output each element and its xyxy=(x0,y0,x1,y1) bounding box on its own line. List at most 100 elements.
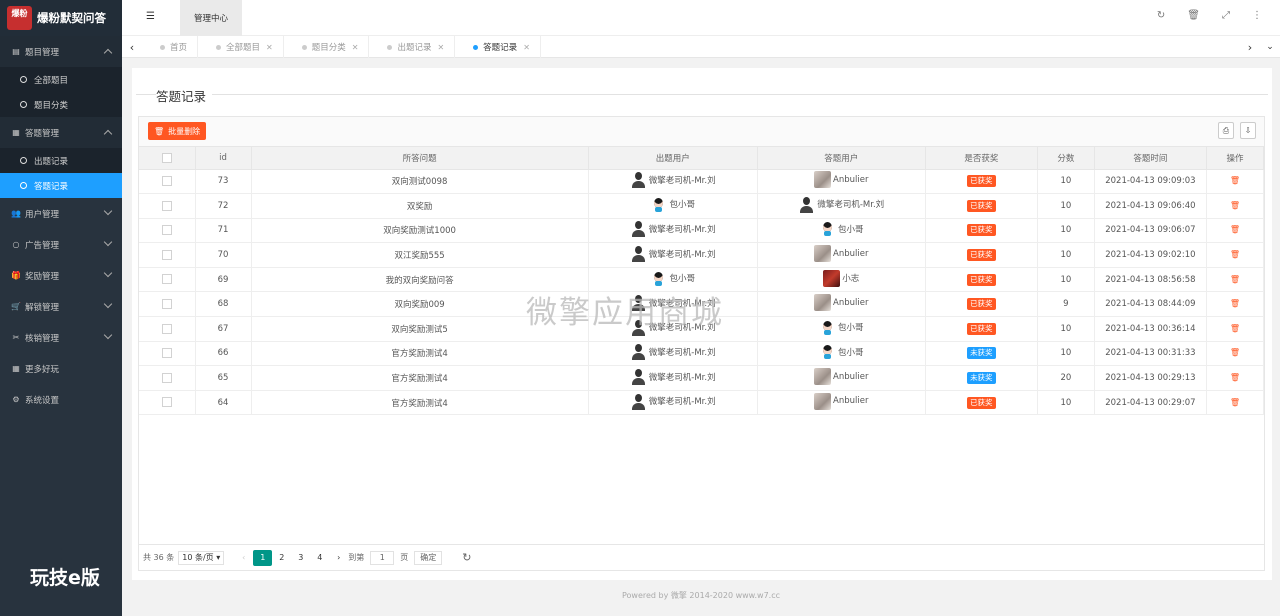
refresh-table-icon[interactable]: ↻ xyxy=(462,551,471,564)
goto-page-input[interactable]: 1 xyxy=(370,550,395,565)
sidebar-group-6[interactable]: ✂ 核销管理 xyxy=(0,322,122,353)
sidebar-group-0[interactable]: ▤ 题目管理 xyxy=(0,36,122,67)
sidebar-item-1-0[interactable]: 出题记录 xyxy=(0,148,122,173)
status-badge: 已获奖 xyxy=(967,273,996,286)
user-name: 微擎老司机-Mr.刘 xyxy=(648,397,716,408)
trash-icon: 🗑 xyxy=(154,126,165,136)
close-icon[interactable]: ✕ xyxy=(266,43,273,52)
select-all-checkbox[interactable] xyxy=(161,152,172,163)
goto-confirm-button[interactable]: 确定 xyxy=(414,550,443,565)
col-score[interactable]: 分数 xyxy=(1037,147,1095,170)
row-checkbox[interactable] xyxy=(161,299,172,310)
tab-4[interactable]: 答题记录 ✕ xyxy=(455,36,541,58)
status-badge: 已获奖 xyxy=(967,199,996,212)
next-page-icon[interactable]: › xyxy=(329,550,348,566)
cell-actions: 🗑 xyxy=(1206,193,1265,219)
cell-score: 20 xyxy=(1037,365,1095,391)
sidebar-group-4[interactable]: 🎁 奖励管理 xyxy=(0,260,122,291)
tabs-left-arrow-icon[interactable]: ‹ xyxy=(122,36,142,58)
col-id[interactable]: id xyxy=(195,147,252,170)
sidebar-group-7[interactable]: ▦ 更多好玩 xyxy=(0,353,122,384)
col-question[interactable]: 所答问题 xyxy=(251,147,589,170)
avatar xyxy=(814,171,832,189)
delete-icon[interactable]: 🗑 xyxy=(1230,324,1240,333)
delete-icon[interactable]: 🗑 xyxy=(1230,348,1240,357)
row-checkbox[interactable] xyxy=(161,397,172,408)
delete-icon[interactable]: 🗑 xyxy=(1230,373,1240,382)
sidebar-group-2[interactable]: 👥 用户管理 xyxy=(0,198,122,229)
more-icon[interactable]: ⋮ xyxy=(1252,10,1262,21)
logo[interactable]: 爆粉 爆粉默契问答 xyxy=(0,0,122,36)
tabs-right-arrow-icon[interactable]: › xyxy=(1240,36,1260,58)
table-header-row: id 所答问题 出题用户 答题用户 是否获奖 分数 答题时间 操作 xyxy=(139,147,1265,170)
delete-icon[interactable]: 🗑 xyxy=(1230,201,1240,210)
close-icon[interactable]: ✕ xyxy=(352,43,359,52)
delete-icon[interactable]: 🗑 xyxy=(1230,398,1240,407)
delete-icon[interactable]: 🗑 xyxy=(1230,225,1240,234)
page-1[interactable]: 1 xyxy=(253,549,273,566)
status-badge: 已获奖 xyxy=(967,175,996,188)
cell-time: 2021-04-13 09:06:07 xyxy=(1094,218,1207,244)
print-icon[interactable]: ⎙ xyxy=(1218,122,1234,139)
row-checkbox[interactable] xyxy=(161,225,172,236)
cell-asker: 包小哥 xyxy=(588,193,758,219)
row-checkbox[interactable] xyxy=(161,249,172,260)
sidebar-item-0-0[interactable]: 全部题目 xyxy=(0,67,122,92)
row-checkbox[interactable] xyxy=(161,274,172,285)
cell-question: 官方奖励测试4 xyxy=(251,390,589,416)
close-icon[interactable]: ✕ xyxy=(523,43,530,52)
sidebar-group-8[interactable]: ⚙ 系统设置 xyxy=(0,384,122,415)
tab-0[interactable]: 首页 xyxy=(142,36,199,58)
batch-delete-button[interactable]: 🗑 批量删除 xyxy=(148,122,207,140)
page-4[interactable]: 4 xyxy=(310,550,329,566)
sidebar-group-5[interactable]: 🛒 解锁管理 xyxy=(0,291,122,322)
sidebar-item-1-1[interactable]: 答题记录 xyxy=(0,173,122,198)
user-answerer: Anbulier xyxy=(814,294,868,312)
refresh-icon[interactable]: ↻ xyxy=(1157,10,1165,21)
col-answerer[interactable]: 答题用户 xyxy=(757,147,926,170)
row-checkbox[interactable] xyxy=(161,323,172,334)
delete-icon[interactable]: 🗑 xyxy=(1230,250,1240,259)
row-checkbox[interactable] xyxy=(161,176,172,187)
sidebar-item-label: 答题记录 xyxy=(34,181,69,192)
cell-award: 已获奖 xyxy=(925,169,1038,195)
tab-admin-center[interactable]: 管理中心 xyxy=(180,0,242,36)
prev-page-icon[interactable]: ‹ xyxy=(234,550,253,566)
delete-icon[interactable]: 🗑 xyxy=(1230,176,1240,185)
tab-1[interactable]: 全部题目 ✕ xyxy=(198,36,284,58)
page-size-select[interactable]: 10 条/页 ▾ xyxy=(178,550,225,565)
cell-answerer: 小志 xyxy=(757,267,926,293)
col-time[interactable]: 答题时间 xyxy=(1094,147,1207,170)
cell-id: 64 xyxy=(195,390,252,416)
trash-icon[interactable]: 🗑 xyxy=(1187,10,1200,21)
fullscreen-icon[interactable]: ⤢ xyxy=(1222,10,1230,21)
row-checkbox-cell xyxy=(139,341,196,367)
col-award[interactable]: 是否获奖 xyxy=(925,147,1038,170)
page-3[interactable]: 3 xyxy=(291,550,310,566)
tab-3[interactable]: 出题记录 ✕ xyxy=(369,36,456,58)
cell-asker: 微擎老司机-Mr.刘 xyxy=(588,218,758,244)
sidebar-item-0-1[interactable]: 题目分类 xyxy=(0,92,122,117)
user-answerer: 包小哥 xyxy=(819,220,864,238)
row-checkbox[interactable] xyxy=(161,348,172,359)
row-checkbox[interactable] xyxy=(161,200,172,211)
close-icon[interactable]: ✕ xyxy=(437,43,444,52)
sidebar-group-1[interactable]: ▦ 答题管理 xyxy=(0,117,122,148)
sidebar-group-label: 答题管理 xyxy=(25,128,60,139)
ticket-icon: ✂ xyxy=(12,333,20,342)
page-2[interactable]: 2 xyxy=(272,550,291,566)
sidebar-item-label: 题目分类 xyxy=(34,100,69,111)
sidebar: 爆粉 爆粉默契问答 ▤ 题目管理 全部题目题目分类 ▦ 答题管理 出题记录答题记录 👥 用户管… xyxy=(0,0,122,616)
col-asker[interactable]: 出题用户 xyxy=(588,147,758,170)
cell-time: 2021-04-13 08:56:58 xyxy=(1094,267,1207,293)
delete-icon[interactable]: 🗑 xyxy=(1230,299,1240,308)
sidebar-group-label: 广告管理 xyxy=(25,240,60,251)
menu-toggle-icon[interactable]: ☰ xyxy=(146,12,156,22)
tab-2[interactable]: 题目分类 ✕ xyxy=(284,36,370,58)
row-checkbox[interactable] xyxy=(161,372,172,383)
delete-icon[interactable]: 🗑 xyxy=(1230,275,1240,284)
sidebar-group-3[interactable]: ○ 广告管理 xyxy=(0,229,122,260)
export-icon[interactable]: ⇩ xyxy=(1240,122,1256,139)
tabs-dropdown-icon[interactable]: ⌄ xyxy=(1260,36,1280,58)
cell-time: 2021-04-13 00:31:33 xyxy=(1094,341,1207,367)
